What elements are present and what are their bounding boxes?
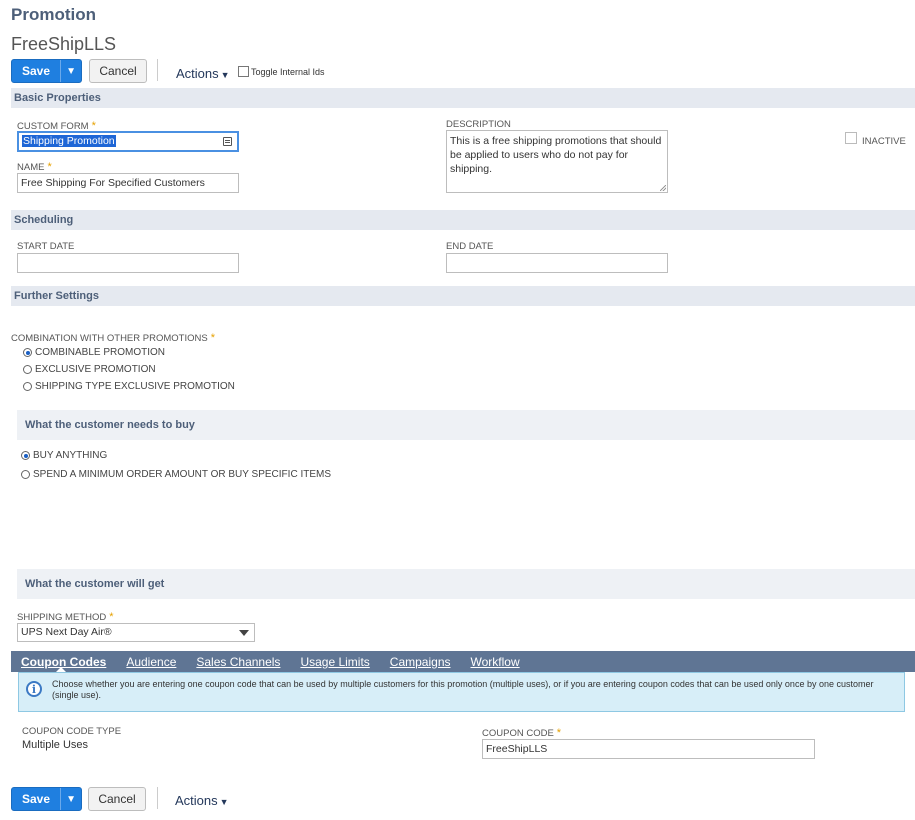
footer-toolbar-divider <box>157 787 158 809</box>
actions-label: Actions <box>176 66 219 81</box>
tab-workflow[interactable]: Workflow <box>471 655 520 669</box>
toggle-internal-ids-label: Toggle Internal Ids <box>251 66 325 77</box>
tab-sales-channels[interactable]: Sales Channels <box>196 655 280 669</box>
coupon-code-type-value: Multiple Uses <box>22 739 89 751</box>
radio-button[interactable] <box>21 470 30 479</box>
shipping-method-value: UPS Next Day Air® <box>21 626 112 638</box>
footer-actions-menu[interactable]: Actions ▼ <box>175 793 229 808</box>
inactive-label: INACTIVE <box>862 136 906 147</box>
footer-save-button[interactable]: Save <box>12 788 60 810</box>
cancel-button[interactable]: Cancel <box>89 59 147 83</box>
name-input[interactable]: Free Shipping For Specified Customers <box>17 173 239 193</box>
radio-combinable-promotion[interactable]: COMBINABLE PROMOTION <box>23 347 165 358</box>
info-icon: i <box>26 681 42 697</box>
page-title: Promotion <box>11 5 96 24</box>
footer-save-button-group[interactable]: Save ▼ <box>11 787 83 811</box>
shipping-method-select[interactable]: UPS Next Day Air® <box>17 623 255 642</box>
tab-audience[interactable]: Audience <box>126 655 176 669</box>
radio-shipping-type-exclusive[interactable]: SHIPPING TYPE EXCLUSIVE PROMOTION <box>23 381 235 392</box>
footer-actions-label: Actions <box>175 793 218 808</box>
radio-button[interactable] <box>23 382 32 391</box>
subtab-bar: Coupon Codes Audience Sales Channels Usa… <box>11 651 915 672</box>
name-label: NAME * <box>17 161 52 173</box>
section-scheduling[interactable]: Scheduling <box>11 210 915 230</box>
subsection-customer-get: What the customer will get <box>17 569 915 599</box>
custom-form-value: Shipping Promotion <box>22 135 116 147</box>
footer-cancel-button[interactable]: Cancel <box>88 787 146 811</box>
resize-handle-icon[interactable] <box>660 185 666 191</box>
save-button[interactable]: Save <box>12 60 60 82</box>
radio-exclusive-promotion[interactable]: EXCLUSIVE PROMOTION <box>23 364 156 375</box>
record-name: FreeShipLLS <box>11 34 117 54</box>
radio-button-selected[interactable] <box>23 348 32 357</box>
coupon-code-input[interactable]: FreeShipLLS <box>482 739 815 759</box>
caret-down-icon: ▼ <box>220 70 230 80</box>
end-date-label: END DATE <box>446 241 494 252</box>
save-menu-arrow-icon[interactable]: ▼ <box>60 60 81 82</box>
actions-menu[interactable]: Actions ▼ <box>176 66 230 81</box>
section-basic-properties[interactable]: Basic Properties <box>11 88 915 108</box>
radio-button[interactable] <box>23 365 32 374</box>
list-icon[interactable] <box>223 137 232 146</box>
dropdown-arrow-icon[interactable] <box>239 630 249 636</box>
coupon-code-type-label: COUPON CODE TYPE <box>22 726 122 737</box>
end-date-input[interactable] <box>446 253 668 273</box>
radio-button-selected[interactable] <box>21 451 30 460</box>
coupon-code-label: COUPON CODE * <box>482 727 562 739</box>
description-text: This is a free shipping promotions that … <box>450 135 662 175</box>
description-textarea[interactable]: This is a free shipping promotions that … <box>446 130 668 193</box>
subsection-customer-buy: What the customer needs to buy <box>17 410 915 440</box>
shipping-method-label: SHIPPING METHOD * <box>17 611 114 623</box>
toolbar-divider <box>157 59 158 81</box>
start-date-input[interactable] <box>17 253 239 273</box>
toggle-internal-ids[interactable]: Toggle Internal Ids <box>238 66 325 77</box>
section-further-settings[interactable]: Further Settings <box>11 286 915 306</box>
start-date-label: START DATE <box>17 241 75 252</box>
info-message: i Choose whether you are entering one co… <box>18 672 905 712</box>
description-label: DESCRIPTION <box>446 119 511 130</box>
footer-save-menu-arrow-icon[interactable]: ▼ <box>60 788 81 810</box>
inactive-checkbox[interactable] <box>845 132 857 144</box>
toggle-internal-ids-checkbox[interactable] <box>238 66 249 77</box>
custom-form-select[interactable]: Shipping Promotion <box>17 131 239 152</box>
save-button-group[interactable]: Save ▼ <box>11 59 83 83</box>
radio-spend-minimum[interactable]: SPEND A MINIMUM ORDER AMOUNT OR BUY SPEC… <box>21 469 331 480</box>
combination-label: COMBINATION WITH OTHER PROMOTIONS * <box>11 332 215 344</box>
tab-usage-limits[interactable]: Usage Limits <box>300 655 369 669</box>
info-text: Choose whether you are entering one coup… <box>52 679 874 700</box>
radio-buy-anything[interactable]: BUY ANYTHING <box>21 450 107 461</box>
caret-down-icon: ▼ <box>219 797 229 807</box>
tab-campaigns[interactable]: Campaigns <box>390 655 451 669</box>
